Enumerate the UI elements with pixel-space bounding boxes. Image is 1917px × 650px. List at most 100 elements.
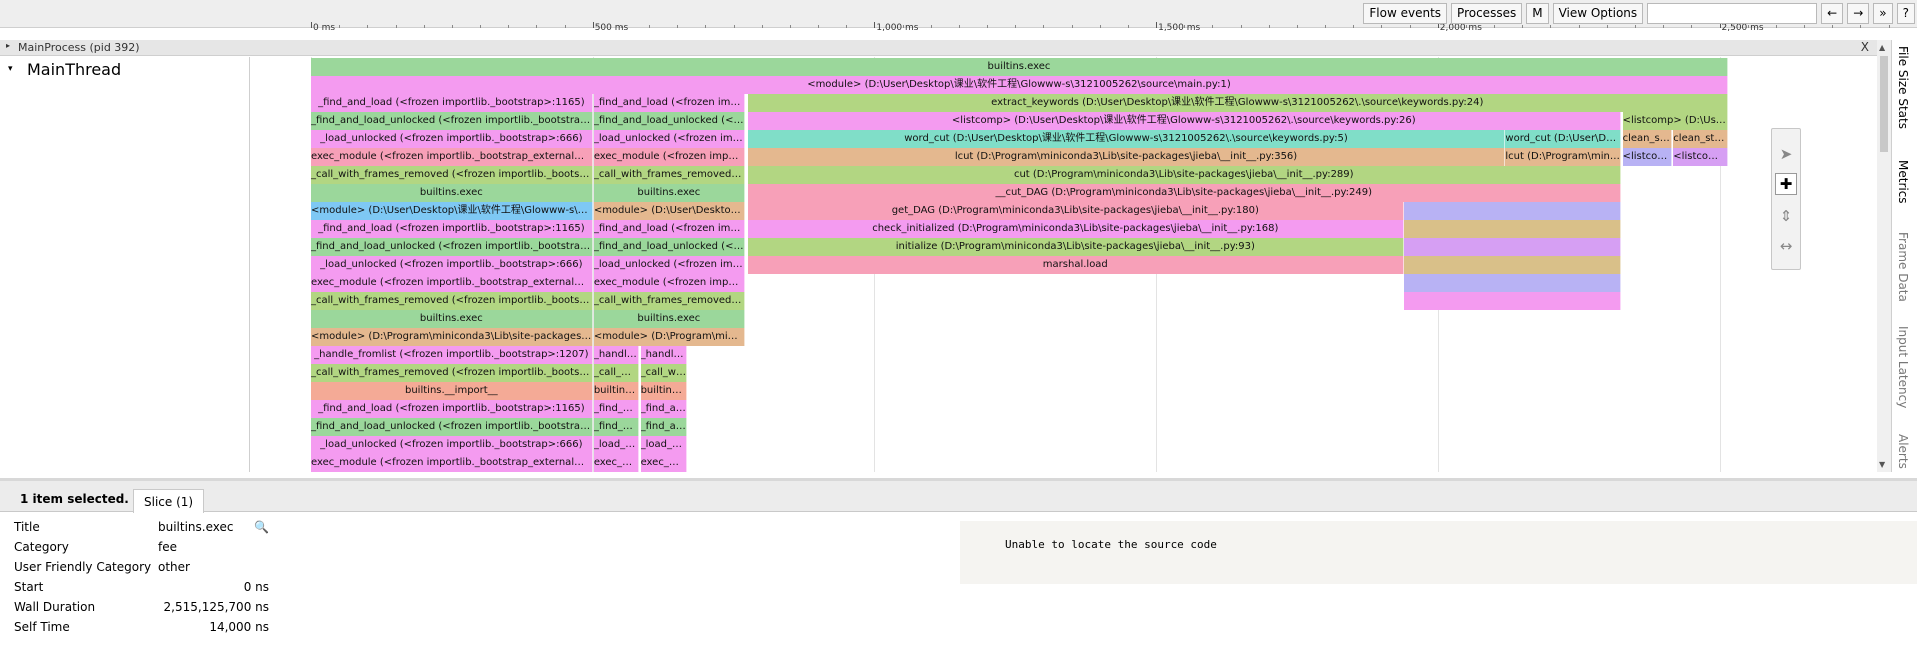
trace-slice[interactable]: check_initialized (D:\Program\miniconda3… — [747, 220, 1404, 238]
trace-slice[interactable]: _find_and_load_unlocked (<frozen importl… — [311, 238, 593, 256]
trace-slice[interactable] — [1403, 274, 1621, 292]
view-options-button[interactable]: View Options — [1552, 2, 1644, 24]
trace-slice[interactable]: extract_keywords (D:\User\Desktop\课业\软件工… — [747, 94, 1728, 112]
trace-slice[interactable]: exec_module (<frozen importlib._bootstra… — [593, 148, 745, 166]
find-previous-button[interactable]: ← — [1821, 2, 1844, 24]
trace-slice[interactable]: word_cut (D:\User\Desktop\课业\软件工程\Glowww… — [1505, 130, 1621, 148]
trace-slice[interactable]: exec_module (<frozen importlib._bootstra… — [593, 274, 745, 292]
trace-slice[interactable]: _find_and_load_unlocked (<frozen importl… — [311, 418, 593, 436]
search-icon[interactable]: 🔍 — [254, 520, 269, 534]
trace-slice[interactable]: _call_with_frames_removed (<frozen impor… — [311, 364, 593, 382]
find-next-button[interactable]: → — [1847, 2, 1870, 24]
help-button[interactable]: ? — [1896, 2, 1915, 24]
trace-slice[interactable]: _call_with_frames_removed — [593, 364, 640, 382]
trace-slice[interactable]: marshal.load — [747, 256, 1404, 274]
trace-slice[interactable]: <module> (D:\User\Desktop\课业\软件工程\Glowww… — [593, 202, 745, 220]
expand-more-button[interactable]: » — [1873, 2, 1893, 24]
trace-slice[interactable]: <module> (D:\User\Desktop\课业\软件工程\Glowww… — [311, 202, 593, 220]
trace-slice[interactable]: _find_and_load_unlocked — [640, 418, 688, 436]
pan-move-icon[interactable]: ✚ — [1775, 173, 1797, 195]
tab-file-size-stats[interactable]: File Size Stats — [1896, 46, 1910, 129]
tab-frame-data[interactable]: Frame Data — [1896, 232, 1910, 302]
trace-slice[interactable]: _find_and_load — [593, 400, 640, 418]
trace-slice[interactable]: _load_unlocked — [640, 436, 688, 454]
trace-slice[interactable]: cut (D:\Program\miniconda3\Lib\site-pack… — [747, 166, 1621, 184]
trace-slice[interactable]: <listcomp> — [1622, 148, 1672, 166]
timing-icon[interactable]: ↔ — [1775, 235, 1797, 257]
trace-slice[interactable]: clean_stopwords — [1622, 130, 1672, 148]
zoom-icon[interactable]: ⇕ — [1775, 205, 1797, 227]
trace-slice[interactable]: _handle_fromlist — [640, 346, 688, 364]
trace-slice[interactable]: clean_stopwords — [1673, 130, 1728, 148]
trace-slice[interactable]: _call_with_frames_removed (<frozen impor… — [593, 292, 745, 310]
tab-slice[interactable]: Slice (1) — [133, 489, 205, 513]
trace-slice[interactable]: exec_module — [593, 454, 640, 472]
tab-alerts[interactable]: Alerts — [1896, 434, 1910, 469]
trace-slice[interactable]: _load_unlocked (<frozen importlib._boots… — [311, 436, 593, 454]
process-header[interactable]: ▸ MainProcess (pid 392) X — [0, 40, 1877, 56]
trace-slice[interactable]: _load_unlocked — [593, 436, 640, 454]
trace-slice[interactable]: _call_with_frames_removed (<frozen impor… — [311, 292, 593, 310]
trace-slice[interactable]: _load_unlocked (<frozen importlib._boots… — [593, 130, 745, 148]
metadata-button[interactable]: M — [1526, 2, 1549, 24]
scroll-up-icon[interactable]: ▲ — [1879, 43, 1885, 52]
trace-slice[interactable]: __cut_DAG (D:\Program\miniconda3\Lib\sit… — [747, 184, 1621, 202]
trace-slice[interactable]: _load_unlocked (<frozen importlib._boots… — [311, 256, 593, 274]
trace-slice[interactable]: <listcomp> (D:\User\Desktop\课业\软件工程\Glow… — [1622, 112, 1728, 130]
trace-slice[interactable]: _find_and_load (<frozen importlib._boots… — [593, 94, 745, 112]
flow-events-button[interactable]: Flow events — [1363, 2, 1448, 24]
trace-slice[interactable]: <module> (D:\User\Desktop\课业\软件工程\Glowww… — [311, 76, 1728, 94]
trace-slice[interactable]: exec_module — [640, 454, 688, 472]
trace-slice[interactable]: _load_unlocked (<frozen importlib._boots… — [311, 130, 593, 148]
close-process-button[interactable]: X — [1861, 40, 1869, 54]
trace-slice[interactable]: exec_module (<frozen importlib._bootstra… — [311, 274, 593, 292]
trace-slice[interactable]: builtins.exec — [593, 310, 745, 328]
trace-slice[interactable]: builtins.__import__ — [593, 382, 640, 400]
trace-slice[interactable]: get_DAG (D:\Program\miniconda3\Lib\site-… — [747, 202, 1404, 220]
trace-slice[interactable]: builtins.exec — [311, 184, 593, 202]
trace-slice[interactable]: _handle_fromlist — [593, 346, 640, 364]
find-input[interactable] — [1647, 2, 1818, 24]
tab-input-latency[interactable]: Input Latency — [1896, 326, 1910, 408]
trace-slice[interactable]: builtins.exec — [311, 58, 1728, 76]
trace-slice[interactable]: <listcomp> (D:\User\Desktop\课业\软件工程\Glow… — [747, 112, 1621, 130]
trace-slice[interactable]: <listcomp> — [1673, 148, 1728, 166]
track-scrollbar[interactable]: ▲ ▼ — [1877, 40, 1891, 472]
trace-slice[interactable]: _find_and_load — [640, 400, 688, 418]
trace-slice[interactable]: _find_and_load_unlocked (<frozen importl… — [593, 238, 745, 256]
trace-slice[interactable]: initialize (D:\Program\miniconda3\Lib\si… — [747, 238, 1404, 256]
trace-slice[interactable]: _find_and_load_unlocked (<frozen importl… — [311, 112, 593, 130]
scroll-down-icon[interactable]: ▼ — [1879, 460, 1885, 469]
trace-slice[interactable]: _load_unlocked (<frozen importlib._boots… — [593, 256, 745, 274]
select-arrow-icon[interactable]: ➤ — [1775, 143, 1797, 165]
trace-slice[interactable]: builtins.__import__ — [311, 382, 593, 400]
trace-slice[interactable]: _find_and_load_unlocked (<frozen importl… — [593, 112, 745, 130]
scrollbar-thumb[interactable] — [1880, 56, 1888, 152]
trace-slice[interactable]: _call_with_frames_removed — [640, 364, 688, 382]
trace-slice[interactable]: _call_with_frames_removed (<frozen impor… — [311, 166, 593, 184]
trace-slice[interactable]: _find_and_load_unlocked — [593, 418, 640, 436]
trace-slice[interactable]: word_cut (D:\User\Desktop\课业\软件工程\Glowww… — [747, 130, 1506, 148]
trace-slice[interactable]: builtins.exec — [311, 310, 593, 328]
processes-button[interactable]: Processes — [1451, 2, 1523, 24]
trace-slice[interactable]: lcut (D:\Program\miniconda3\Lib\site-pac… — [747, 148, 1506, 166]
trace-slice[interactable] — [1403, 238, 1621, 256]
expand-triangle-icon[interactable]: ▾ — [8, 64, 13, 74]
trace-slice[interactable]: _handle_fromlist (<frozen importlib._boo… — [311, 346, 593, 364]
trace-slice[interactable]: _find_and_load (<frozen importlib._boots… — [311, 94, 593, 112]
trace-slice[interactable]: builtins.exec — [593, 184, 745, 202]
trace-slice[interactable] — [1403, 256, 1621, 274]
trace-slice[interactable]: exec_module (<frozen importlib._bootstra… — [311, 148, 593, 166]
trace-slice[interactable] — [1403, 202, 1621, 220]
trace-slice[interactable] — [1403, 292, 1621, 310]
trace-slice[interactable]: _find_and_load (<frozen importlib._boots… — [311, 400, 593, 418]
trace-slice[interactable]: <module> (D:\Program\miniconda3\Lib\site… — [593, 328, 745, 346]
trace-slice[interactable]: _find_and_load (<frozen importlib._boots… — [311, 220, 593, 238]
trace-slice[interactable]: exec_module (<frozen importlib._bootstra… — [311, 454, 593, 472]
trace-slice[interactable]: _call_with_frames_removed (<frozen impor… — [593, 166, 745, 184]
trace-slice[interactable]: lcut (D:\Program\miniconda3\Lib\site-pac… — [1505, 148, 1621, 166]
trace-slice[interactable]: builtins.__import__ — [640, 382, 688, 400]
collapse-triangle-icon[interactable]: ▸ — [6, 41, 10, 50]
flame-chart-area[interactable]: builtins.exec <module> (D:\User\Desktop\课… — [0, 57, 1877, 472]
trace-slice[interactable] — [1403, 220, 1621, 238]
